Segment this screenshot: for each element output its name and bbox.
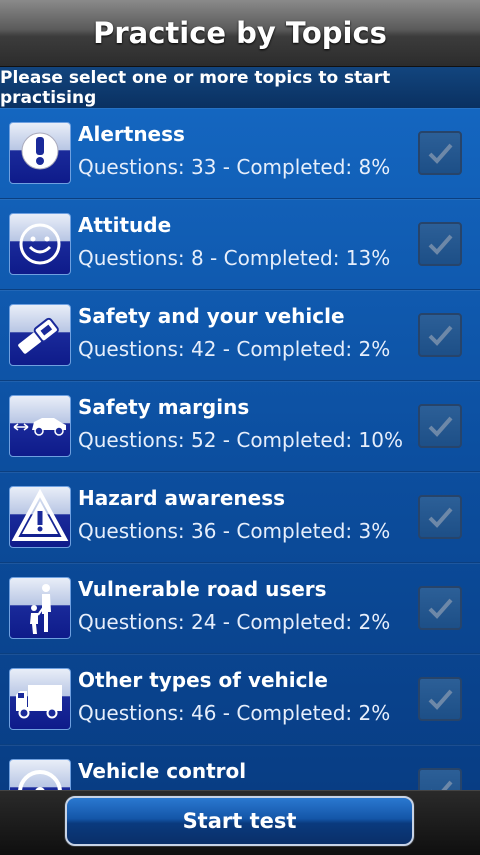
topic-stats: Questions: 36 - Completed: 3% xyxy=(78,519,391,543)
instruction-bar: Please select one or more topics to star… xyxy=(0,67,480,110)
car-distance-icon xyxy=(9,395,71,457)
topic-name: Alertness xyxy=(78,122,185,146)
truck-icon xyxy=(9,668,71,730)
topic-name: Safety margins xyxy=(78,395,250,419)
topic-name: Safety and your vehicle xyxy=(78,304,345,328)
topic-row-safety-vehicle[interactable]: Safety and your vehicle Questions: 42 - … xyxy=(0,290,480,381)
exclamation-icon xyxy=(9,122,71,184)
topic-checkbox[interactable] xyxy=(418,586,462,630)
topic-checkbox[interactable] xyxy=(418,768,462,790)
topic-list[interactable]: Alertness Questions: 33 - Completed: 8% … xyxy=(0,108,480,790)
checkmark-icon xyxy=(428,143,453,164)
topic-checkbox[interactable] xyxy=(418,222,462,266)
topic-stats: Questions: 42 - Completed: 2% xyxy=(78,337,391,361)
steering-wheel-icon xyxy=(9,759,71,790)
checkmark-icon xyxy=(428,689,453,710)
checkmark-icon xyxy=(428,598,453,619)
smiley-icon xyxy=(9,213,71,275)
topic-stats: Questions: 24 - Completed: 2% xyxy=(78,610,391,634)
topic-row-hazard-awareness[interactable]: Hazard awareness Questions: 36 - Complet… xyxy=(0,472,480,563)
topic-stats: Questions: 52 - Completed: 10% xyxy=(78,428,403,452)
checkmark-icon xyxy=(428,507,453,528)
page-title: Practice by Topics xyxy=(93,16,387,50)
topic-row-attitude[interactable]: Attitude Questions: 8 - Completed: 13% xyxy=(0,199,480,290)
title-bar: Practice by Topics xyxy=(0,0,480,67)
topic-row-vulnerable-road-users[interactable]: Vulnerable road users Questions: 24 - Co… xyxy=(0,563,480,654)
topic-name: Attitude xyxy=(78,213,172,237)
topic-checkbox[interactable] xyxy=(418,677,462,721)
topic-checkbox[interactable] xyxy=(418,404,462,448)
topic-checkbox[interactable] xyxy=(418,495,462,539)
topic-name: Other types of vehicle xyxy=(78,668,328,692)
topic-row-safety-margins[interactable]: Safety margins Questions: 52 - Completed… xyxy=(0,381,480,472)
topic-name: Hazard awareness xyxy=(78,486,286,510)
topic-stats: Questions: 46 - Completed: 2% xyxy=(78,701,391,725)
topic-stats: Questions: 8 - Completed: 13% xyxy=(78,246,391,270)
topic-name: Vehicle control xyxy=(78,759,247,783)
checkmark-icon xyxy=(428,234,453,255)
topic-stats: Questions: 33 - Completed: 8% xyxy=(78,155,391,179)
pedestrians-icon xyxy=(9,577,71,639)
checkmark-icon xyxy=(431,780,453,790)
instruction-text: Please select one or more topics to star… xyxy=(0,68,391,108)
checkmark-icon xyxy=(428,325,453,346)
start-test-button[interactable]: Start test xyxy=(65,796,414,846)
topic-row-vehicle-control[interactable]: Vehicle control xyxy=(0,745,480,790)
warning-triangle-icon xyxy=(9,486,71,548)
checkmark-icon xyxy=(428,416,453,437)
topic-checkbox[interactable] xyxy=(418,313,462,357)
topic-row-other-vehicles[interactable]: Other types of vehicle Questions: 46 - C… xyxy=(0,654,480,745)
topic-name: Vulnerable road users xyxy=(78,577,327,601)
topic-row-alertness[interactable]: Alertness Questions: 33 - Completed: 8% xyxy=(0,108,480,199)
topic-checkbox[interactable] xyxy=(418,131,462,175)
bottom-bar: Start test xyxy=(0,790,480,855)
seatbelt-icon xyxy=(9,304,71,366)
